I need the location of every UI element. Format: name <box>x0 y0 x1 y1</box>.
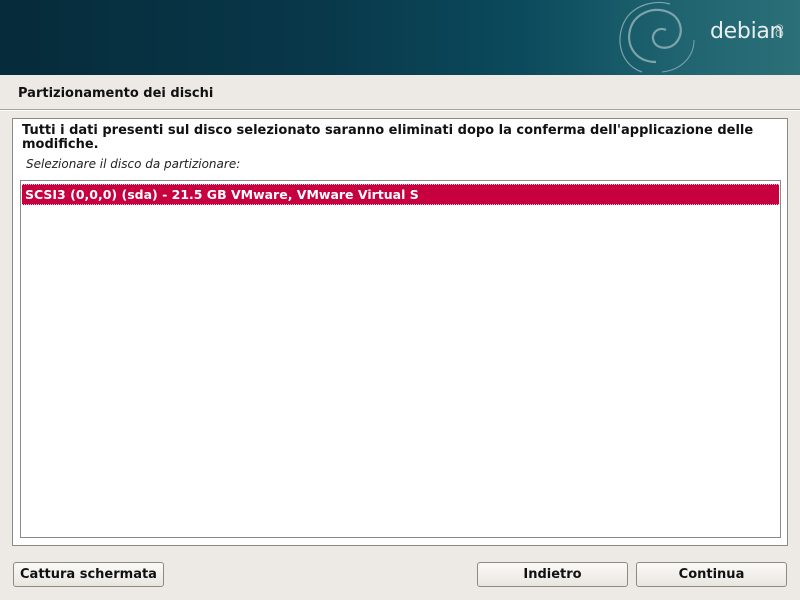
disk-listbox[interactable]: SCSI3 (0,0,0) (sda) - 21.5 GB VMware, VM… <box>20 180 781 538</box>
title-divider <box>0 109 800 111</box>
screenshot-button[interactable]: Cattura schermata <box>13 562 164 587</box>
content-panel: Tutti i dati presenti sul disco selezion… <box>12 118 788 546</box>
disk-prompt: Selezionare il disco da partizionare: <box>26 157 241 171</box>
continue-button[interactable]: Continua <box>636 562 787 587</box>
warning-text: Tutti i dati presenti sul disco selezion… <box>22 123 754 152</box>
back-button[interactable]: Indietro <box>477 562 628 587</box>
debian-swirl-icon <box>619 1 695 73</box>
debian-version: 8 <box>774 22 785 42</box>
page-title: Partizionamento dei dischi <box>18 86 214 101</box>
list-item-disk-sda[interactable]: SCSI3 (0,0,0) (sda) - 21.5 GB VMware, VM… <box>22 184 779 205</box>
debian-logo-text: debian <box>710 19 784 44</box>
installer-banner: debian 8 <box>0 0 800 75</box>
